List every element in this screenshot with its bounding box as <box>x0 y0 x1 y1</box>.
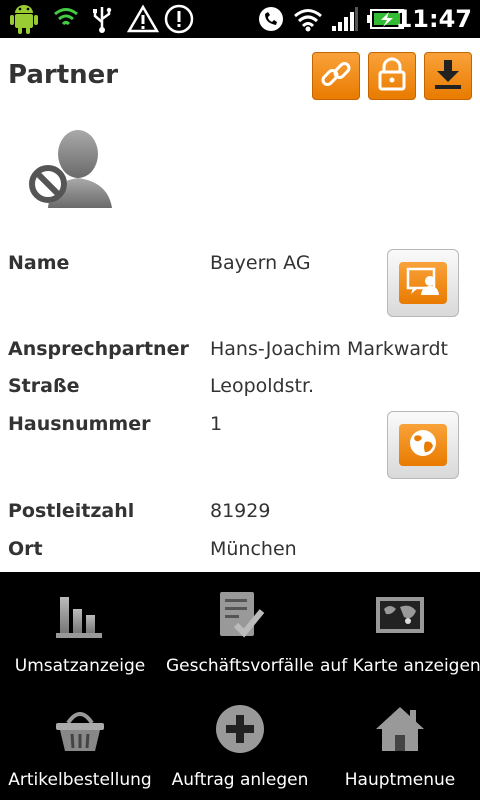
partner-avatar <box>24 124 116 212</box>
map-icon <box>371 586 429 644</box>
label-house-number: Hausnummer <box>8 413 151 435</box>
checklist-icon <box>211 586 269 644</box>
basket-icon <box>51 700 109 758</box>
value-contact: Hans-Joachim Markwardt <box>210 338 448 360</box>
label-postal-code: Postleitzahl <box>8 500 135 522</box>
menu-item-create-order[interactable]: Auftrag anlegen <box>160 686 320 800</box>
label-name: Name <box>8 252 70 274</box>
value-postal-code: 81929 <box>210 500 271 522</box>
menu-item-article-order[interactable]: Artikelbestellung <box>0 686 160 800</box>
label-contact: Ansprechpartner <box>8 338 189 360</box>
label-street: Straße <box>8 375 80 397</box>
bottom-menu: Umsatzanzeige Geschäftsvorfälle auf Kart… <box>0 572 480 800</box>
bar-chart-icon <box>51 586 109 644</box>
label-city: Ort <box>8 538 43 560</box>
value-house-number: 1 <box>210 413 223 435</box>
globe-icon <box>407 427 439 463</box>
menu-item-transactions[interactable]: Geschäftsvorfälle <box>160 572 320 686</box>
shield-icon <box>50 3 82 35</box>
contact-button[interactable] <box>387 249 459 317</box>
phone-icon <box>256 3 286 35</box>
link-icon <box>318 56 354 96</box>
menu-item-map[interactable]: auf Karte anzeigen <box>320 572 480 686</box>
menu-item-label: Geschäftsvorfälle <box>166 656 314 676</box>
link-button[interactable] <box>312 52 360 100</box>
download-button[interactable] <box>424 52 472 100</box>
menu-item-label: Umsatzanzeige <box>14 656 146 676</box>
lock-button[interactable] <box>368 52 416 100</box>
warning-icon <box>126 3 160 35</box>
android-icon <box>6 3 42 35</box>
status-bar: 11:47 <box>0 0 480 38</box>
lock-icon <box>375 56 409 96</box>
value-city: München <box>210 538 297 560</box>
blocked-icon <box>29 165 67 203</box>
globe-button[interactable] <box>387 411 459 479</box>
page-title: Partner <box>8 60 119 90</box>
menu-item-label: Artikelbestellung <box>8 770 152 790</box>
menu-item-main-menu[interactable]: Hauptmenue <box>320 686 480 800</box>
wifi-icon <box>292 3 324 35</box>
status-clock: 11:47 <box>395 5 472 33</box>
add-icon <box>211 700 269 758</box>
contact-card-icon <box>406 266 440 300</box>
signal-icon <box>330 3 360 35</box>
home-icon <box>371 700 429 758</box>
value-street: Leopoldstr. <box>210 375 315 397</box>
download-icon <box>431 56 465 96</box>
value-name: Bayern AG <box>210 252 311 274</box>
menu-item-sales[interactable]: Umsatzanzeige <box>0 572 160 686</box>
usb-icon <box>88 3 116 35</box>
menu-item-label: auf Karte anzeigen <box>320 656 480 676</box>
menu-item-label: Auftrag anlegen <box>171 770 309 790</box>
menu-item-label: Hauptmenue <box>344 770 456 790</box>
alert-icon <box>162 3 196 35</box>
